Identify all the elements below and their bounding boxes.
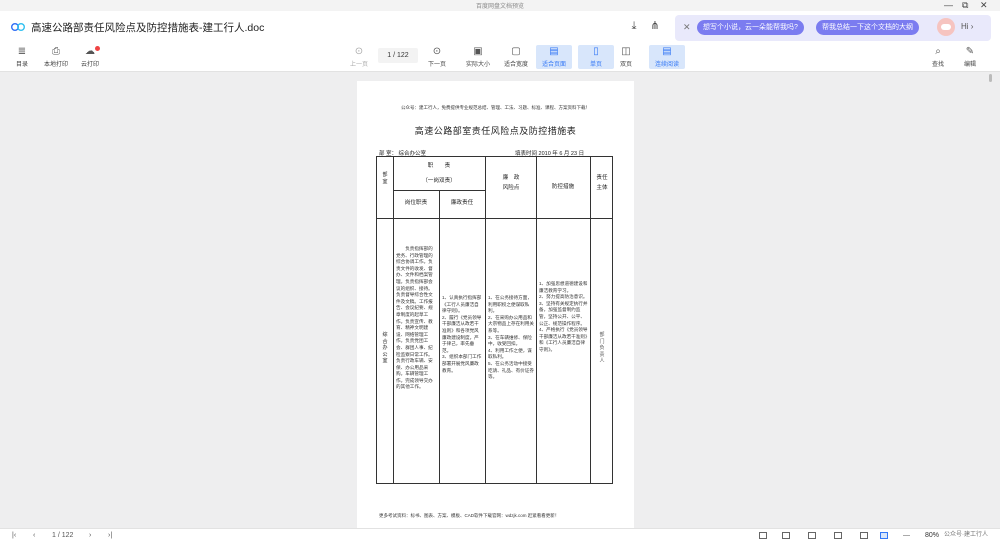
- table-rule: [377, 218, 612, 219]
- next-page-icon[interactable]: ›: [89, 531, 91, 540]
- minimize-button[interactable]: —: [944, 0, 953, 11]
- single-page-view-icon[interactable]: [759, 532, 767, 539]
- page-footer: 更多考试资料：标书、图表、方案、模板、CAD软件下载官网：wdzjk.com 赶…: [379, 513, 560, 518]
- local-print-button[interactable]: ⎙ 本地打印: [38, 45, 74, 69]
- zoom-out-icon[interactable]: —: [903, 531, 910, 540]
- row-subject: 部门负责人: [599, 332, 605, 364]
- continuous-read-button[interactable]: ▤ 连续阅读: [649, 45, 685, 69]
- baidu-netdisk-logo: [11, 23, 25, 31]
- close-button[interactable]: ✕: [980, 0, 988, 11]
- double-page-icon: ◫: [621, 46, 631, 57]
- close-icon[interactable]: ✕: [683, 22, 691, 33]
- header-subject: 责任主体: [596, 175, 608, 191]
- fit-page-button[interactable]: ▤ 适合页面: [536, 45, 572, 69]
- header-clean-duty: 廉政责任: [450, 200, 474, 206]
- app-header: 高速公路部责任风险点及防控措施表-建工行人.doc ⤓ ⋔ ✕ 想写个小说，云一…: [0, 11, 1000, 43]
- vertical-scrollbar[interactable]: [988, 71, 993, 528]
- row-clean-duty: 1、认真执行指挥部《工行人员廉洁自律守则》。 2、履行《党员领导干部廉洁从政若干…: [442, 295, 482, 373]
- header-duty-sub: （一岗双责）: [422, 178, 456, 184]
- edit-button[interactable]: ✎ 编辑: [952, 45, 988, 69]
- page-number-input[interactable]: 1 / 122: [378, 48, 418, 63]
- toc-icon: ≣: [17, 46, 27, 57]
- actual-size-view-icon[interactable]: [834, 532, 842, 539]
- next-page-button[interactable]: ⊙ 下一页: [419, 45, 455, 69]
- watermark-text: 公众号·建工行人: [944, 532, 988, 538]
- row-dept: 综合办公室: [382, 332, 388, 364]
- table-rule: [485, 157, 486, 483]
- maximize-button[interactable]: ⧉: [962, 0, 968, 11]
- notification-dot: [95, 46, 100, 51]
- scrollbar-thumb[interactable]: [989, 74, 992, 82]
- fit-width-icon: ▢: [511, 46, 521, 57]
- zoom-level[interactable]: 80%: [925, 531, 939, 540]
- row-risk: 1、在公务接待方面，利用职权之便谋取私利。 2、在采购办公用品和大宗物品上存在利…: [488, 295, 534, 380]
- fit-width-button[interactable]: ▢ 适合宽度: [498, 45, 534, 69]
- assistant-greeting[interactable]: Hi ›: [961, 22, 973, 31]
- window-titlebar: 百度网盘文档预览 — ⧉ ✕: [0, 0, 1000, 11]
- header-measures: 防控措施: [551, 184, 575, 190]
- first-page-icon[interactable]: |‹: [12, 531, 16, 540]
- download-icon[interactable]: ⤓: [627, 19, 641, 33]
- ai-suggestion-chip[interactable]: 帮我总结一下这个文档的大纲: [816, 20, 919, 35]
- toc-button[interactable]: ≣ 目录: [4, 45, 40, 69]
- window-title: 百度网盘文档预览: [475, 4, 524, 10]
- cloud-print-button[interactable]: ☁ 云打印: [72, 45, 108, 69]
- assistant-avatar[interactable]: [937, 18, 955, 36]
- print-icon: ⎙: [52, 46, 60, 57]
- double-page-button[interactable]: ◫ 双页: [608, 45, 644, 69]
- header-duty: 职 责: [427, 163, 451, 169]
- page-title: 高速公路部室责任风险点及防控措施表: [414, 126, 577, 136]
- table-rule: [393, 190, 485, 191]
- status-bar: |‹ ‹ 1 / 122 › ›| — 80% 公众号·建工行人: [0, 528, 1000, 542]
- table-rule: [590, 157, 591, 483]
- header-risk: 廉 政 风险点: [502, 175, 520, 191]
- actual-size-button[interactable]: ▣ 实际大小: [460, 45, 496, 69]
- share-icon[interactable]: ⋔: [648, 19, 662, 33]
- edit-icon: ✎: [965, 46, 975, 57]
- table-rule: [536, 157, 537, 483]
- continuous-view-icon[interactable]: [808, 532, 816, 539]
- row-post-duty: 负责指挥部的党务、行政管理的综合协调工作。负责文件的收发、督办、文件和档案管理。…: [396, 246, 433, 390]
- row-measures: 1、加强思想道德建设和廉洁教育学习。 2、努力提高防治意识。 3、坚持有关规定执…: [539, 281, 588, 352]
- double-page-view-icon[interactable]: [782, 532, 790, 539]
- ai-suggestion-chip[interactable]: 想写个小说，云一朵能帮我吗?: [697, 20, 804, 35]
- header-dept: 部室: [382, 172, 388, 185]
- page-notice: 公众号：建工行人，免费提供专业规范总结、管理、工法、习题、标准、课程、方案资料下…: [401, 105, 590, 110]
- fit-page-view-icon[interactable]: [880, 532, 888, 539]
- fit-width-view-icon[interactable]: [860, 532, 868, 539]
- single-page-icon: ▯: [593, 46, 599, 57]
- last-page-icon[interactable]: ›|: [108, 531, 112, 540]
- next-icon: ⊙: [432, 46, 442, 57]
- fit-page-icon: ▤: [549, 46, 559, 57]
- table-rule: [439, 190, 440, 483]
- document-title: 高速公路部责任风险点及防控措施表-建工行人.doc: [31, 22, 265, 34]
- viewer-toolbar: ≣ 目录 ⎙ 本地打印 ☁ 云打印 ⊙ 上一页 ⊙ 下一页 ▣ 实际大小 ▢ 适合宽度 ▤ 适合…: [0, 43, 1000, 72]
- document-page: 公众号：建工行人，免费提供专业规范总结、管理、工法、习题、标准、课程、方案资料下…: [357, 81, 634, 528]
- prev-icon: ⊙: [354, 46, 364, 57]
- prev-page-button[interactable]: ⊙ 上一页: [341, 45, 377, 69]
- status-page-indicator[interactable]: 1 / 122: [52, 531, 73, 540]
- header-post-duty: 岗位职责: [404, 200, 428, 206]
- cloud-print-icon: ☁: [85, 46, 95, 57]
- prev-page-icon[interactable]: ‹: [33, 531, 35, 540]
- responsibility-table: 部室 职 责 （一岗双责） 岗位职责 廉政责任 廉 政 风险点 防控措施 责任主…: [376, 156, 613, 484]
- continuous-icon: ▤: [662, 46, 672, 57]
- actual-size-icon: ▣: [473, 46, 483, 57]
- search-button[interactable]: ⌕ 查找: [920, 45, 956, 69]
- ai-assistant-bar: ✕ 想写个小说，云一朵能帮我吗? 帮我总结一下这个文档的大纲 Hi ›: [675, 15, 991, 41]
- search-icon: ⌕: [935, 46, 941, 57]
